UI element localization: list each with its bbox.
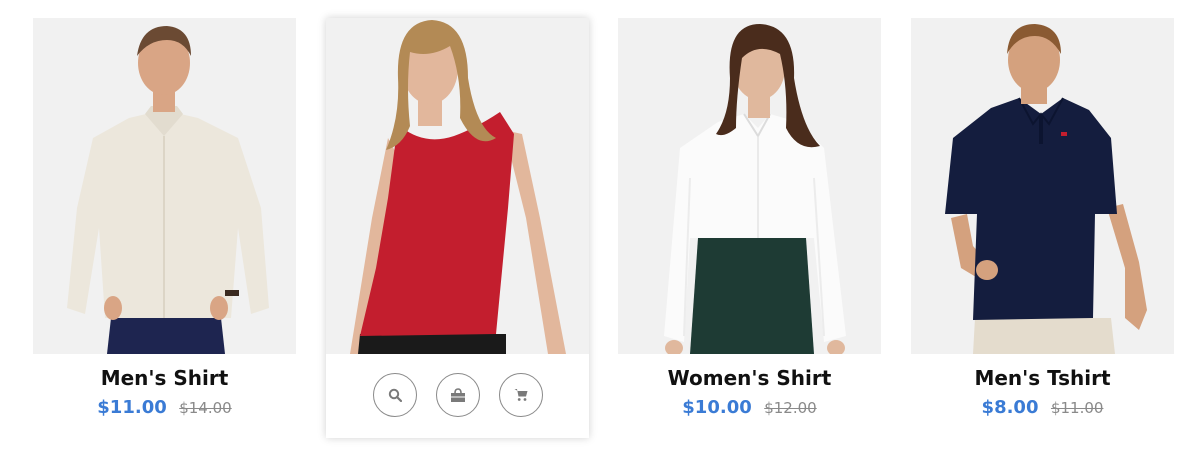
product-image-mens-tshirt[interactable] — [911, 18, 1174, 354]
product-old-price: $12.00 — [764, 399, 817, 417]
add-to-bag-button[interactable] — [435, 373, 480, 417]
woman-white-shirt-photo — [664, 24, 846, 354]
man-navy-polo-photo — [945, 24, 1147, 354]
woman-red-top-photo — [350, 20, 566, 354]
product-old-price: $14.00 — [179, 399, 232, 417]
product-card-mens-shirt[interactable]: Men's Shirt $11.00 $14.00 — [33, 18, 296, 420]
quick-view-button[interactable] — [372, 373, 417, 417]
product-card-womens-shirt[interactable]: Women's Shirt $10.00 $12.00 — [618, 18, 881, 420]
product-card-mens-tshirt[interactable]: Men's Tshirt $8.00 $11.00 — [911, 18, 1174, 420]
man-white-shirt-photo — [67, 26, 269, 354]
product-image-womens-top[interactable] — [326, 18, 589, 354]
product-title[interactable]: Women's Shirt — [618, 367, 881, 389]
product-old-price: $11.00 — [1050, 399, 1104, 417]
product-image-womens-shirt[interactable] — [618, 18, 881, 354]
search-icon — [388, 388, 402, 402]
product-prices: $10.00 $12.00 — [618, 397, 881, 420]
product-price: $10.00 — [682, 397, 752, 418]
product-title[interactable]: Men's Shirt — [33, 367, 296, 389]
product-card-womens-top[interactable] — [326, 18, 589, 438]
product-image-mens-shirt[interactable] — [33, 18, 296, 354]
add-to-cart-button[interactable] — [498, 373, 543, 417]
bag-icon — [450, 387, 465, 402]
product-price: $8.00 — [981, 397, 1039, 418]
product-title[interactable]: Men's Tshirt — [911, 367, 1174, 389]
product-prices: $11.00 $14.00 — [33, 397, 296, 420]
product-prices: $8.00 $11.00 — [911, 397, 1174, 420]
product-price: $11.00 — [97, 397, 167, 418]
product-actions — [326, 373, 589, 417]
cart-icon — [514, 389, 527, 401]
